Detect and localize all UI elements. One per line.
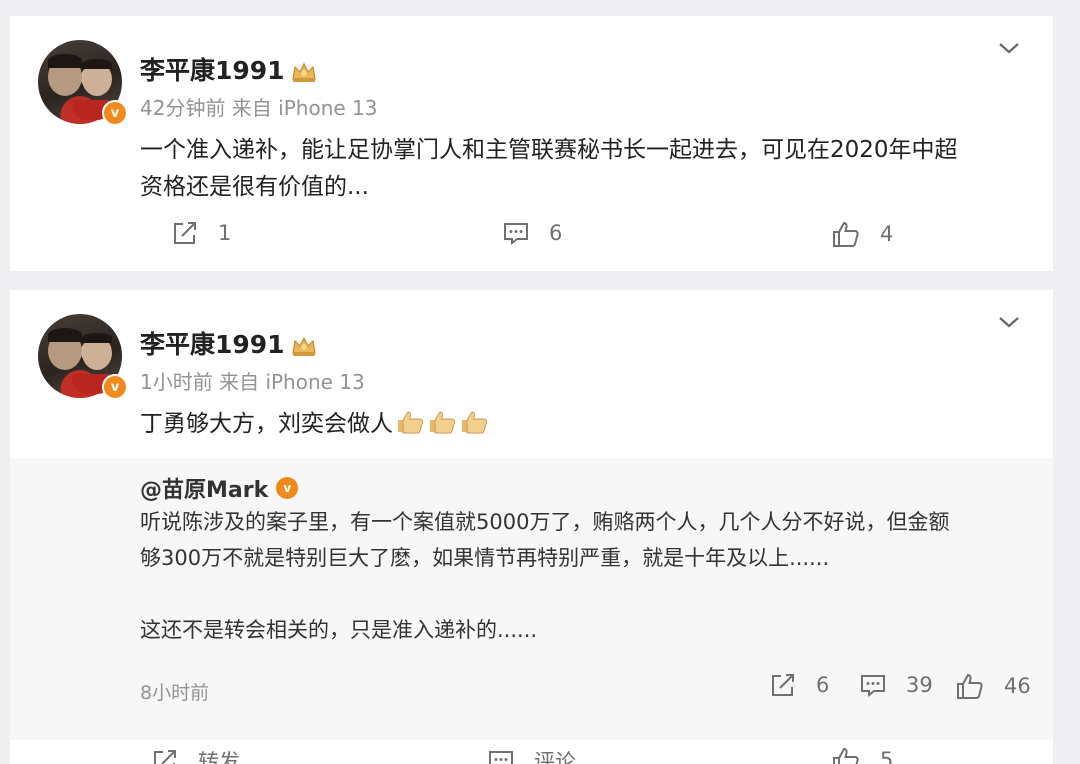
verified-badge-icon: v — [102, 374, 128, 400]
quoted-text-line — [140, 576, 1040, 612]
verified-badge-icon: v — [276, 477, 299, 499]
post-meta: 42分钟前 来自 iPhone 13 — [140, 96, 378, 120]
like-button[interactable]: 5 — [832, 746, 893, 764]
avatar[interactable]: v — [38, 40, 128, 126]
thumbs-up-emoji-icon — [430, 411, 456, 434]
comment-icon — [861, 675, 885, 698]
quoted-text-line: 这还不是转会相关的，只是准入递补的...... — [140, 618, 538, 642]
like-count: 5 — [880, 748, 894, 764]
repost-count: 1 — [218, 221, 232, 245]
chevron-down-icon[interactable] — [997, 314, 1021, 330]
repost-label: 转发 — [198, 750, 240, 764]
post-text-line: 丁勇够大方，刘奕会做人 — [140, 411, 393, 437]
post-text-line: 一个准入递补，能让足协掌门人和主管联赛秘书长一起进去，可见在2020年中超 — [140, 137, 958, 163]
repost-button[interactable]: 1 — [172, 220, 231, 246]
quoted-author[interactable]: @苗原Mark v — [140, 472, 299, 504]
quoted-repost-button[interactable]: 6 — [770, 672, 829, 698]
repost-button[interactable]: 转发 — [152, 746, 240, 764]
comment-count: 39 — [906, 673, 933, 697]
quoted-author-name[interactable]: @苗原Mark — [140, 472, 268, 504]
crown-badge-icon — [291, 62, 316, 82]
quoted-text: 听说陈涉及的案子里，有一个案值就5000万了，贿赂两个人，几个人分不好说，但金额… — [140, 504, 1040, 648]
thumbs-up-emoji-icon — [398, 411, 424, 434]
comment-label: 评论 — [534, 750, 576, 764]
comment-icon — [504, 223, 528, 246]
quoted-like-button[interactable]: 46 — [956, 672, 1031, 700]
thumbs-up-icon — [833, 221, 859, 247]
repost-icon — [154, 750, 176, 764]
avatar[interactable]: v — [38, 314, 128, 400]
repost-icon — [174, 222, 196, 244]
like-button[interactable]: 4 — [832, 220, 893, 248]
crown-badge-icon — [291, 336, 316, 356]
quoted-post[interactable]: @苗原Mark v 听说陈涉及的案子里，有一个案值就5000万了，贿赂两个人，几… — [10, 458, 1053, 740]
thumbs-up-icon — [833, 747, 859, 764]
quoted-text-line: 够300万不就是特别巨大了麽，如果情节再特别严重，就是十年及以上...... — [140, 546, 830, 570]
thumbs-up-icon — [957, 673, 983, 699]
repost-icon — [772, 674, 794, 696]
username-text[interactable]: 李平康1991 — [140, 56, 285, 85]
comment-button[interactable]: 6 — [503, 220, 562, 246]
comment-icon — [489, 751, 513, 764]
like-count: 46 — [1004, 674, 1031, 698]
comment-count: 6 — [549, 221, 563, 245]
quoted-text-line: 听说陈涉及的案子里，有一个案值就5000万了，贿赂两个人，几个人分不好说，但金额 — [140, 510, 950, 534]
action-bar: 转发 评论 5 — [10, 746, 1053, 764]
username-text[interactable]: 李平康1991 — [140, 330, 285, 359]
repost-count: 6 — [816, 673, 830, 697]
post-text-line: 资格还是很有价值的... — [140, 174, 369, 200]
post-meta: 1小时前 来自 iPhone 13 — [140, 370, 365, 394]
quoted-comment-button[interactable]: 39 — [860, 672, 933, 698]
action-bar: 1 6 4 — [10, 220, 1053, 260]
quoted-action-bar: 6 39 46 — [10, 672, 1053, 712]
chevron-down-icon[interactable] — [997, 40, 1021, 56]
post-text: 一个准入递补，能让足协掌门人和主管联赛秘书长一起进去，可见在2020年中超 资格… — [140, 132, 1020, 206]
username[interactable]: 李平康1991 — [140, 51, 317, 87]
weibo-post-card: v 李平康1991 42分钟前 来自 iPhone 13 一个准入递补，能让足协… — [10, 16, 1053, 271]
post-text: 丁勇够大方，刘奕会做人 — [140, 406, 1020, 443]
thumbs-up-emoji-group — [393, 411, 489, 437]
verified-badge-icon: v — [102, 100, 128, 126]
comment-button[interactable]: 评论 — [488, 746, 576, 764]
username[interactable]: 李平康1991 — [140, 325, 317, 361]
weibo-post-card: v 李平康1991 1小时前 来自 iPhone 13 丁勇够大方，刘奕会做人 … — [10, 290, 1053, 764]
thumbs-up-emoji-icon — [462, 411, 488, 434]
like-count: 4 — [880, 222, 894, 246]
